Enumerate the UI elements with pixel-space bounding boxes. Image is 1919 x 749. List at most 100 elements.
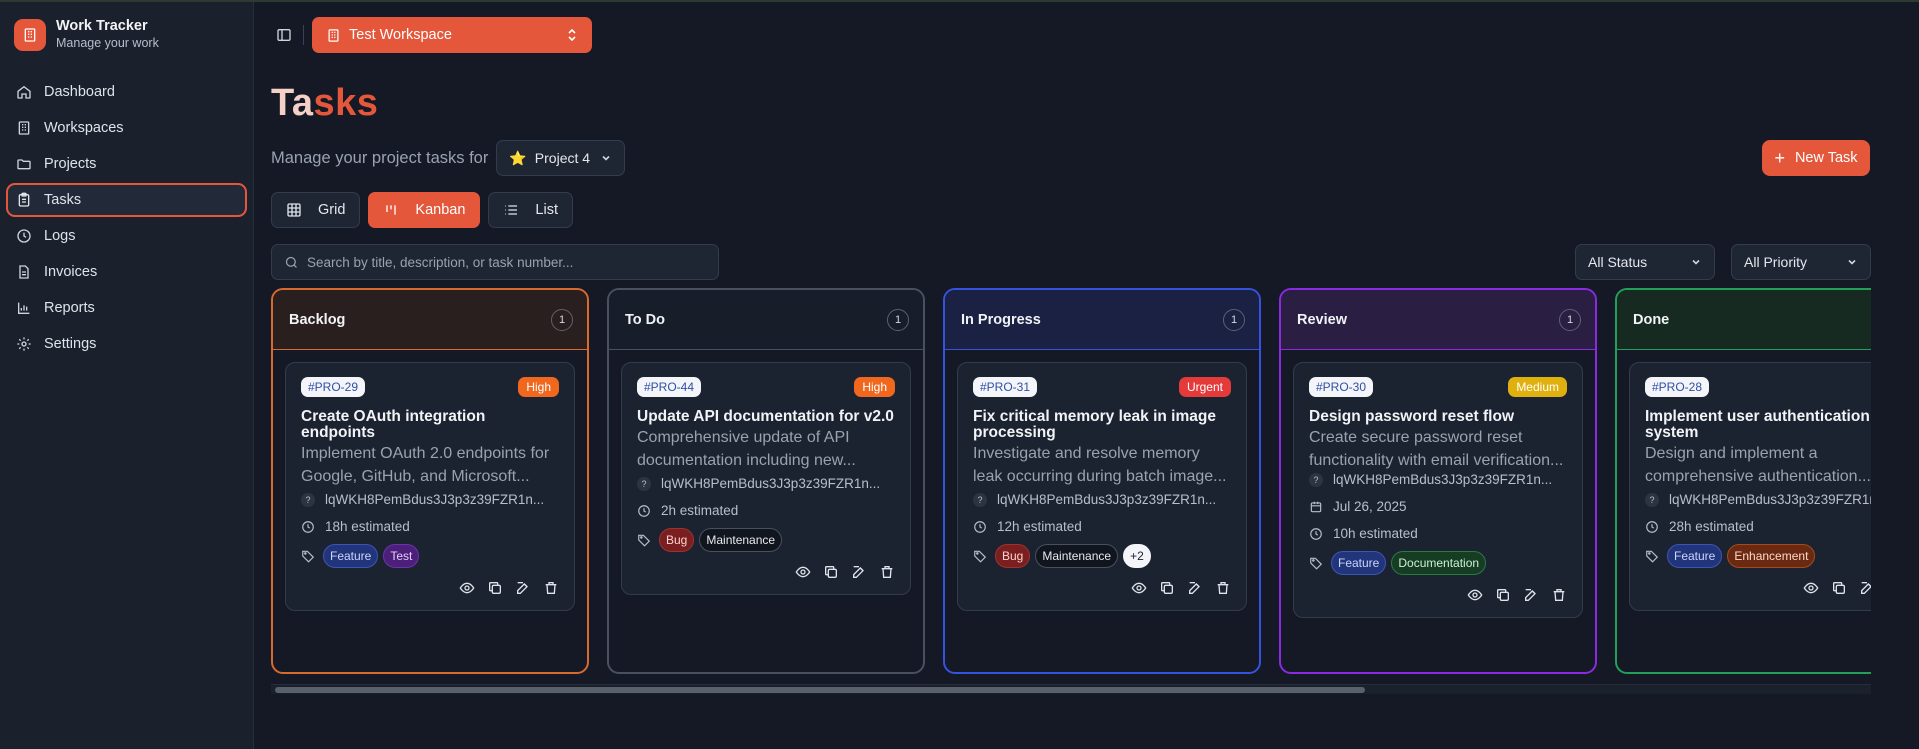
- task-estimate: 28h estimated: [1669, 519, 1754, 534]
- project-selector-row: Manage your project tasks for ⭐ Project …: [271, 140, 626, 176]
- edit-icon[interactable]: [1523, 587, 1539, 603]
- task-description: Implement OAuth 2.0 endpoints for Google…: [301, 445, 550, 485]
- view-eye-icon[interactable]: [1131, 580, 1147, 596]
- delete-trash-icon[interactable]: [1551, 587, 1567, 603]
- question-icon: ?: [1309, 472, 1323, 487]
- task-card[interactable]: #PRO-29 High Create OAuth integration endp…: [285, 362, 575, 611]
- search-icon: [285, 256, 297, 268]
- delete-trash-icon[interactable]: [543, 580, 559, 596]
- delete-trash-icon[interactable]: [879, 564, 895, 580]
- task-assignee: lqWKH8PemBdus3J3p3z39FZR1n...: [997, 492, 1217, 507]
- question-icon: ?: [1645, 492, 1659, 507]
- sidebar-item-projects[interactable]: Projects: [6, 147, 247, 181]
- column-title: In Progress: [961, 311, 1041, 328]
- task-card[interactable]: #PRO-44 High Update API documentation for …: [621, 362, 911, 595]
- chevron-down-icon: [602, 155, 610, 161]
- priority-badge: Urgent: [1178, 377, 1231, 397]
- horizontal-scrollbar[interactable]: [271, 684, 1871, 694]
- sidebar-item-reports[interactable]: Reports: [6, 291, 247, 325]
- view-eye-icon[interactable]: [795, 564, 811, 580]
- view-eye-icon[interactable]: [459, 580, 475, 596]
- priority-badge: High: [518, 377, 559, 397]
- duplicate-icon[interactable]: [1159, 580, 1175, 596]
- building-icon: [328, 28, 339, 42]
- edit-icon[interactable]: [1859, 580, 1871, 596]
- task-title: Update API documentation for v2.0: [637, 408, 894, 425]
- project-select[interactable]: ⭐ Project 4: [496, 140, 626, 176]
- task-tag: +2: [1123, 544, 1151, 568]
- divider: [303, 25, 304, 45]
- edit-icon[interactable]: [851, 564, 867, 580]
- page-title: Tasks: [271, 82, 379, 124]
- clock-icon: [17, 229, 31, 243]
- status-filter[interactable]: All Status: [1575, 244, 1715, 280]
- home-icon: [17, 85, 31, 99]
- app-subtitle: Manage your work: [56, 36, 159, 50]
- task-estimate: 10h estimated: [1333, 526, 1418, 541]
- topbar: Test Workspace: [255, 2, 1919, 68]
- sidebar-item-logs[interactable]: Logs: [6, 219, 247, 253]
- column-title: To Do: [625, 311, 665, 328]
- sidebar-item-dashboard[interactable]: Dashboard: [6, 75, 247, 109]
- brand[interactable]: Work Tracker Manage your work: [0, 2, 253, 67]
- clock-icon: [302, 520, 314, 533]
- duplicate-icon[interactable]: [1831, 580, 1847, 596]
- task-title: Design password reset flow: [1309, 408, 1514, 425]
- sidebar-toggle-icon[interactable]: [271, 22, 297, 48]
- sidebar-item-settings[interactable]: Settings: [6, 327, 247, 361]
- task-card[interactable]: #PRO-30 Medium Design password reset flow C…: [1293, 362, 1583, 618]
- duplicate-icon[interactable]: [1495, 587, 1511, 603]
- sidebar-nav: Dashboard Workspaces Projects Tasks Logs…: [0, 75, 253, 361]
- task-title: Fix critical memory leak in image proces…: [973, 408, 1216, 441]
- view-eye-icon[interactable]: [1803, 580, 1819, 596]
- task-card[interactable]: #PRO-31 Urgent Fix critical memory leak in…: [957, 362, 1247, 611]
- kanban-icon: [386, 205, 397, 215]
- kanban-column-done: Done #PRO-28 Implement user authentication…: [1615, 288, 1871, 674]
- priority-filter[interactable]: All Priority: [1731, 244, 1871, 280]
- scrollbar-thumb[interactable]: [275, 687, 1365, 693]
- task-tag: Enhancement: [1727, 544, 1816, 568]
- task-card[interactable]: #PRO-28 Implement user authentication sys…: [1629, 362, 1871, 611]
- priority-badge: High: [854, 377, 895, 397]
- main-content: Test Workspace Tasks Manage your project…: [255, 2, 1919, 749]
- task-tag: Feature: [323, 544, 379, 568]
- chart-icon: [18, 302, 30, 314]
- kanban-board: Backlog 1 #PRO-29 High Create OAuth integrat…: [271, 288, 1871, 676]
- sidebar-item-invoices[interactable]: Invoices: [6, 255, 247, 289]
- task-estimate: 12h estimated: [997, 519, 1082, 534]
- chevron-down-icon: [1848, 259, 1856, 265]
- task-estimate: 18h estimated: [325, 519, 410, 534]
- view-kanban-button[interactable]: Kanban: [368, 192, 481, 228]
- view-list-button[interactable]: List: [488, 192, 573, 228]
- sidebar-item-workspaces[interactable]: Workspaces: [6, 111, 247, 145]
- clipboard-icon: [18, 192, 30, 207]
- new-task-button[interactable]: + New Task: [1762, 140, 1870, 176]
- task-assignee: lqWKH8PemBdus3J3p3z39FZR1n...: [661, 476, 881, 491]
- clock-icon: [974, 520, 986, 533]
- duplicate-icon[interactable]: [487, 580, 503, 596]
- edit-icon[interactable]: [1187, 580, 1203, 596]
- workspace-select[interactable]: Test Workspace: [312, 17, 592, 53]
- task-tag: Maintenance: [1035, 544, 1119, 568]
- tag-icon: [1310, 557, 1323, 570]
- kanban-column-review: Review 1 #PRO-30 Medium Design password rese…: [1279, 288, 1597, 674]
- duplicate-icon[interactable]: [823, 564, 839, 580]
- question-icon: ?: [301, 492, 315, 507]
- task-tag: Bug: [659, 528, 695, 552]
- edit-icon[interactable]: [515, 580, 531, 596]
- task-title: Create OAuth integration endpoints: [301, 408, 486, 441]
- delete-trash-icon[interactable]: [1215, 580, 1231, 596]
- sidebar-item-label: Tasks: [44, 192, 82, 208]
- search-input[interactable]: [306, 254, 706, 270]
- clock-icon: [638, 504, 650, 517]
- view-grid-button[interactable]: Grid: [271, 192, 361, 228]
- view-eye-icon[interactable]: [1467, 587, 1483, 603]
- tag-icon: [302, 550, 315, 563]
- project-name: Project 4: [534, 150, 591, 166]
- star-icon: ⭐: [509, 149, 527, 166]
- building-icon: [14, 18, 46, 51]
- sidebar-item-tasks[interactable]: Tasks: [6, 183, 247, 217]
- task-assignee: lqWKH8PemBdus3J3p3z39FZR1n...: [325, 492, 545, 507]
- priority-badge: Medium: [1508, 377, 1567, 397]
- kanban-column-to-do: To Do 1 #PRO-44 High Update API documentatio…: [607, 288, 925, 674]
